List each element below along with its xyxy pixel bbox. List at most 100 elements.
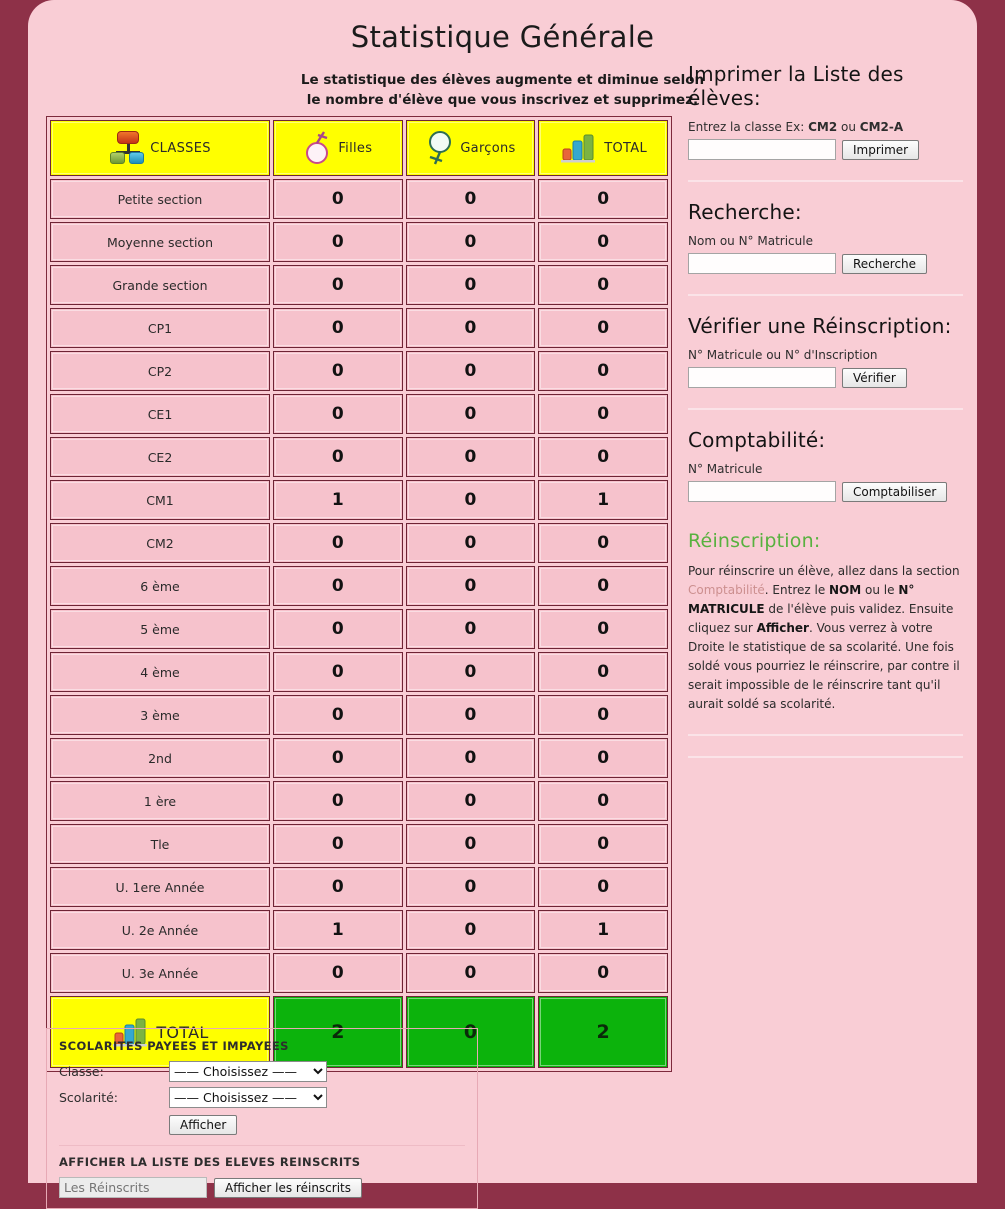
comptabilite-input[interactable] — [688, 481, 836, 502]
comptabilite-row: Comptabiliser — [688, 481, 963, 502]
cell-classe: U. 2e Année — [50, 910, 270, 950]
verifier-heading: Vérifier une Réinscription: — [688, 314, 963, 338]
recherche-heading: Recherche: — [688, 200, 963, 224]
cell-total: 0 — [538, 652, 668, 692]
cell-garcons: 0 — [406, 738, 536, 778]
imprimer-button[interactable]: Imprimer — [842, 140, 919, 160]
cell-filles: 0 — [273, 179, 403, 219]
imprimer-hint-prefix: Entrez la classe Ex: — [688, 120, 808, 134]
male-symbol-icon — [425, 130, 455, 166]
table-row: Tle000 — [50, 824, 668, 864]
cell-filles: 0 — [273, 265, 403, 305]
classe-label: Classe: — [59, 1064, 169, 1079]
cell-filles: 0 — [273, 308, 403, 348]
cell-total: 0 — [538, 179, 668, 219]
cell-filles: 0 — [273, 781, 403, 821]
cell-filles: 0 — [273, 695, 403, 735]
cell-garcons: 0 — [406, 953, 536, 993]
cell-garcons: 0 — [406, 695, 536, 735]
reinscription-paragraph: Pour réinscrire un élève, allez dans la … — [688, 562, 963, 714]
cell-total: 0 — [538, 867, 668, 907]
cell-garcons: 0 — [406, 781, 536, 821]
rein-text-1: Pour réinscrire un élève, allez dans la … — [688, 564, 960, 578]
cell-filles: 0 — [273, 867, 403, 907]
cell-total: 0 — [538, 781, 668, 821]
cell-filles: 0 — [273, 609, 403, 649]
cell-classe: 5 ème — [50, 609, 270, 649]
cell-filles: 0 — [273, 566, 403, 606]
table-row: CM2000 — [50, 523, 668, 563]
table-row: Petite section000 — [50, 179, 668, 219]
header-label-total: TOTAL — [604, 141, 647, 156]
cell-filles: 0 — [273, 953, 403, 993]
reinscription-heading: Réinscription: — [688, 530, 963, 552]
cell-total: 0 — [538, 695, 668, 735]
scolarite-row: Scolarité: —— Choisissez —— — [59, 1087, 465, 1108]
table-row: CM1101 — [50, 480, 668, 520]
cell-classe: U. 3e Année — [50, 953, 270, 993]
imprimer-hint: Entrez la classe Ex: CM2 ou CM2-A — [688, 120, 963, 134]
scolarite-label: Scolarité: — [59, 1090, 169, 1105]
recherche-input[interactable] — [688, 253, 836, 274]
imprimer-hint-example-1: CM2 — [808, 120, 837, 134]
cell-garcons: 0 — [406, 394, 536, 434]
cell-garcons: 0 — [406, 523, 536, 563]
cell-classe: U. 1ere Année — [50, 867, 270, 907]
cell-classe: Tle — [50, 824, 270, 864]
cell-total: 0 — [538, 609, 668, 649]
cell-garcons: 0 — [406, 910, 536, 950]
table-row: Grande section000 — [50, 265, 668, 305]
comptabilite-hint: N° Matricule — [688, 462, 963, 476]
classe-select[interactable]: —— Choisissez —— — [169, 1061, 327, 1082]
verifier-row: Vérifier — [688, 367, 963, 388]
cell-filles: 0 — [273, 523, 403, 563]
table-row: 2nd000 — [50, 738, 668, 778]
sidebar-divider-2 — [688, 294, 963, 296]
cell-classe: Grande section — [50, 265, 270, 305]
comptabiliser-button[interactable]: Comptabiliser — [842, 482, 947, 502]
imprimer-row: Imprimer — [688, 139, 963, 160]
table-row: 4 ème000 — [50, 652, 668, 692]
panel-divider — [59, 1145, 465, 1146]
afficher-button[interactable]: Afficher — [169, 1115, 237, 1135]
imprimer-classe-input[interactable] — [688, 139, 836, 160]
verifier-hint: N° Matricule ou N° d'Inscription — [688, 348, 963, 362]
footer-cell-total: 2 — [538, 996, 668, 1068]
reinscrits-input[interactable] — [59, 1177, 207, 1198]
verifier-button[interactable]: Vérifier — [842, 368, 907, 388]
cell-total: 0 — [538, 738, 668, 778]
cell-total: 0 — [538, 394, 668, 434]
cell-total: 0 — [538, 824, 668, 864]
cell-classe: Moyenne section — [50, 222, 270, 262]
afficher-reinscrits-button[interactable]: Afficher les réinscrits — [214, 1178, 362, 1198]
cell-classe: 3 ème — [50, 695, 270, 735]
page-container: Statistique Générale Le statistique des … — [28, 0, 977, 1183]
cell-garcons: 0 — [406, 437, 536, 477]
cell-filles: 0 — [273, 394, 403, 434]
table-body: Petite section000Moyenne section000Grand… — [50, 179, 668, 993]
cell-total: 0 — [538, 437, 668, 477]
cell-garcons: 0 — [406, 265, 536, 305]
scolarite-select[interactable]: —— Choisissez —— — [169, 1087, 327, 1108]
rein-bold-nom: NOM — [829, 583, 861, 597]
cell-total: 0 — [538, 265, 668, 305]
table-row: 3 ème000 — [50, 695, 668, 735]
cell-garcons: 0 — [406, 480, 536, 520]
scolarites-heading: SCOLARITES PAYEES ET IMPAYEES — [59, 1039, 465, 1053]
right-sidebar: Imprimer la Liste des élèves: Entrez la … — [688, 62, 963, 776]
reinscrits-row: Afficher les réinscrits — [59, 1177, 465, 1208]
table-row: Moyenne section000 — [50, 222, 668, 262]
cell-classe: Petite section — [50, 179, 270, 219]
cell-filles: 0 — [273, 351, 403, 391]
cell-total: 0 — [538, 566, 668, 606]
rein-link-comptabilite[interactable]: Comptabilité — [688, 583, 765, 597]
cell-classe: CM1 — [50, 480, 270, 520]
cell-classe: CM2 — [50, 523, 270, 563]
table-row: CP2000 — [50, 351, 668, 391]
cell-filles: 1 — [273, 480, 403, 520]
sidebar-divider-4 — [688, 734, 963, 736]
bottom-form-panel: SCOLARITES PAYEES ET IMPAYEES Classe: ——… — [46, 1028, 478, 1209]
recherche-button[interactable]: Recherche — [842, 254, 927, 274]
verifier-input[interactable] — [688, 367, 836, 388]
statistics-table: CLASSES Filles — [46, 116, 672, 1072]
